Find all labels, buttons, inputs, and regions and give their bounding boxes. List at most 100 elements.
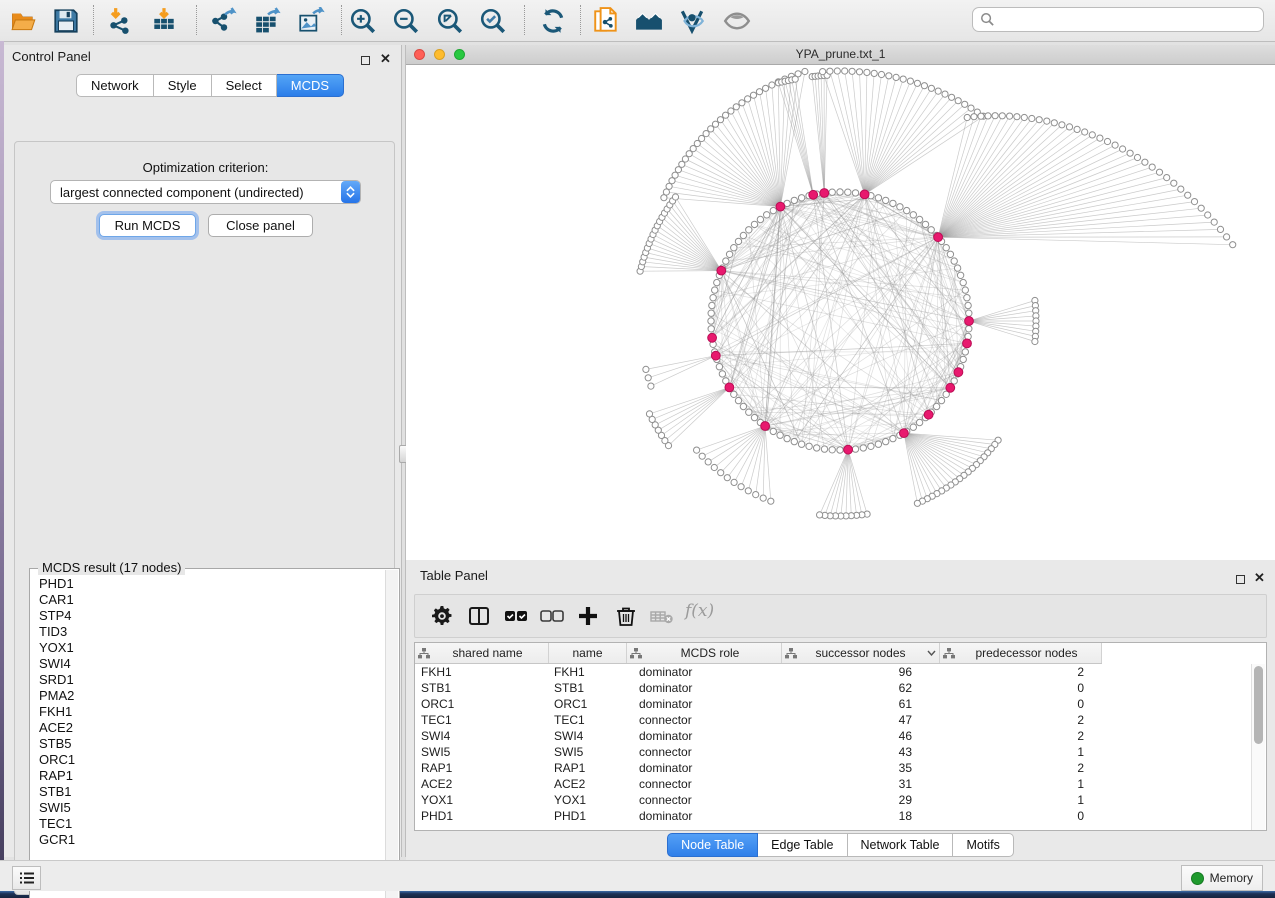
control-panel-title: Control Panel	[12, 48, 91, 66]
table-row[interactable]: SWI5SWI5connector431	[415, 744, 1102, 760]
float-panel-icon[interactable]	[361, 52, 370, 70]
zoom-in-icon[interactable]	[349, 7, 377, 35]
mcds-result-item[interactable]: TEC1	[31, 816, 386, 832]
network-window-title: YPA_prune.txt_1	[406, 47, 1275, 61]
network-canvas[interactable]	[406, 65, 1275, 560]
tab-network[interactable]: Network	[76, 74, 154, 97]
select-all-icon[interactable]	[503, 604, 529, 628]
open-in-ndex-icon[interactable]	[635, 7, 663, 35]
column-header-shared-name[interactable]: shared name	[415, 643, 549, 663]
mcds-result-item[interactable]: SWI4	[31, 656, 386, 672]
table-row[interactable]: YOX1YOX1connector291	[415, 792, 1102, 808]
export-network-icon[interactable]	[210, 7, 238, 35]
network-file-icon[interactable]	[592, 7, 620, 35]
mcds-result-list[interactable]: PHD1CAR1STP4TID3YOX1SWI4SRD1PMA2FKH1ACE2…	[31, 576, 386, 898]
mcds-result-item[interactable]: RAP1	[31, 768, 386, 784]
open-session-icon[interactable]	[10, 7, 38, 35]
optimization-criterion-label: Optimization criterion:	[15, 160, 396, 175]
table-row[interactable]: RAP1RAP1dominator352	[415, 760, 1102, 776]
mcds-result-item[interactable]: SRD1	[31, 672, 386, 688]
cell-MCDS-role: dominator	[627, 697, 782, 711]
column-header-predecessor-nodes[interactable]: predecessor nodes	[940, 643, 1102, 663]
mcds-result-item[interactable]: STB1	[31, 784, 386, 800]
toolbar-separator	[524, 5, 525, 35]
table-panel: Table Panel ✕ f(x) shared namenameMCDS r…	[406, 560, 1275, 860]
close-table-panel-icon[interactable]: ✕	[1254, 569, 1265, 587]
column-header-name[interactable]: name	[549, 643, 627, 663]
zoom-selected-icon[interactable]	[479, 7, 507, 35]
cell-name: TEC1	[549, 713, 627, 727]
table-row[interactable]: STB1STB1dominator620	[415, 680, 1102, 696]
cell-predecessor-nodes: 1	[940, 777, 1102, 791]
table-scrollbar-thumb[interactable]	[1254, 666, 1263, 744]
cell-predecessor-nodes: 2	[940, 665, 1102, 679]
add-row-icon[interactable]	[576, 604, 600, 628]
tab-select[interactable]: Select	[212, 74, 277, 97]
mcds-result-item[interactable]: PMA2	[31, 688, 386, 704]
column-header-successor-nodes[interactable]: successor nodes	[782, 643, 940, 663]
close-panel-button[interactable]: Close panel	[208, 214, 313, 237]
mcds-result-item[interactable]: FKH1	[31, 704, 386, 720]
cell-shared-name: TEC1	[415, 713, 549, 727]
table-row[interactable]: PHD1PHD1dominator180	[415, 808, 1102, 824]
zoom-fit-icon[interactable]	[436, 7, 464, 35]
table-rows: FKH1FKH1dominator962STB1STB1dominator620…	[415, 664, 1102, 824]
mcds-result-item[interactable]: STB5	[31, 736, 386, 752]
cell-name: YOX1	[549, 793, 627, 807]
cell-MCDS-role: dominator	[627, 809, 782, 823]
memory-button[interactable]: Memory	[1181, 865, 1263, 891]
import-network-icon[interactable]	[106, 7, 134, 35]
mcds-result-item[interactable]: CAR1	[31, 592, 386, 608]
table-row[interactable]: TEC1TEC1connector472	[415, 712, 1102, 728]
cell-shared-name: FKH1	[415, 665, 549, 679]
tab-edge-table[interactable]: Edge Table	[758, 833, 847, 857]
table-row[interactable]: FKH1FKH1dominator962	[415, 664, 1102, 680]
gene-view-icon[interactable]	[678, 7, 706, 35]
run-mcds-button[interactable]: Run MCDS	[99, 214, 196, 237]
mcds-result-item[interactable]: YOX1	[31, 640, 386, 656]
export-image-icon[interactable]	[297, 7, 325, 35]
column-header-MCDS-role[interactable]: MCDS role	[627, 643, 782, 663]
zoom-out-icon[interactable]	[392, 7, 420, 35]
tab-network-table[interactable]: Network Table	[848, 833, 954, 857]
mcds-result-item[interactable]: SWI5	[31, 800, 386, 816]
mcds-result-item[interactable]: GCR1	[31, 832, 386, 848]
show-hide-icon[interactable]	[723, 7, 751, 35]
main-toolbar	[0, 0, 1275, 42]
cell-shared-name: SWI4	[415, 729, 549, 743]
cell-name: SWI4	[549, 729, 627, 743]
cell-name: SWI5	[549, 745, 627, 759]
tab-motifs[interactable]: Motifs	[953, 833, 1013, 857]
search-icon	[980, 12, 995, 27]
task-history-button[interactable]	[12, 866, 41, 890]
tab-style[interactable]: Style	[154, 74, 212, 97]
search-input[interactable]	[972, 7, 1264, 32]
mcds-result-item[interactable]: PHD1	[31, 576, 386, 592]
import-table-icon[interactable]	[150, 7, 178, 35]
delete-row-icon[interactable]	[614, 604, 638, 628]
save-session-icon[interactable]	[52, 7, 80, 35]
settings-gear-icon[interactable]	[430, 604, 454, 628]
mcds-result-item[interactable]: TID3	[31, 624, 386, 640]
optimization-criterion-select[interactable]: largest connected component (undirected)	[50, 180, 361, 204]
cell-predecessor-nodes: 2	[940, 729, 1102, 743]
deselect-all-icon[interactable]	[539, 604, 565, 628]
cell-MCDS-role: connector	[627, 713, 782, 727]
table-row[interactable]: ACE2ACE2connector311	[415, 776, 1102, 792]
mcds-result-item[interactable]: ACE2	[31, 720, 386, 736]
export-table-icon[interactable]	[253, 7, 281, 35]
show-columns-icon[interactable]	[467, 604, 491, 628]
float-table-panel-icon[interactable]	[1236, 571, 1245, 589]
table-scrollbar[interactable]	[1251, 664, 1265, 830]
mcds-tab-content: Optimization criterion: largest connecte…	[14, 141, 395, 895]
table-row[interactable]: ORC1ORC1dominator610	[415, 696, 1102, 712]
result-scrollbar[interactable]	[385, 570, 398, 898]
close-panel-icon[interactable]: ✕	[380, 50, 391, 68]
table-row[interactable]: SWI4SWI4dominator462	[415, 728, 1102, 744]
mcds-result-item[interactable]: ORC1	[31, 752, 386, 768]
tab-node-table[interactable]: Node Table	[667, 833, 758, 857]
tab-mcds[interactable]: MCDS	[277, 74, 344, 97]
mcds-result-item[interactable]: STP4	[31, 608, 386, 624]
network-window-titlebar[interactable]: YPA_prune.txt_1	[406, 45, 1275, 65]
refresh-layout-icon[interactable]	[539, 7, 567, 35]
